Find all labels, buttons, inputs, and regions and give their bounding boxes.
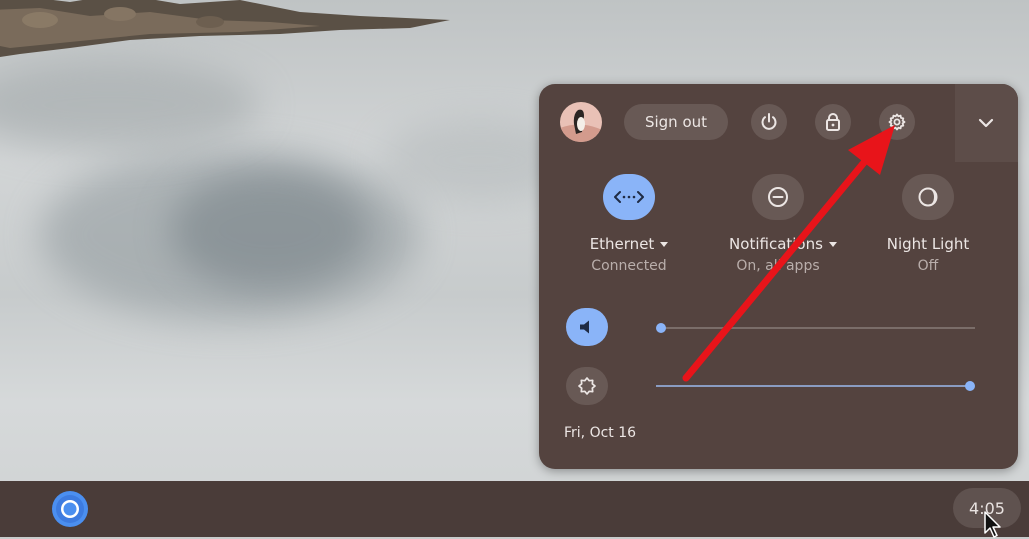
volume-icon: [580, 320, 589, 334]
do-not-disturb-icon: [768, 187, 788, 207]
shelf: [0, 481, 1029, 537]
sign-out-label: Sign out: [644, 113, 708, 131]
lock-button[interactable]: [815, 104, 851, 140]
collapse-button[interactable]: [955, 84, 1018, 162]
dropdown-caret-icon: [660, 241, 669, 247]
mouse-cursor-icon: [984, 511, 1001, 538]
brightness-slider[interactable]: [656, 385, 970, 387]
notifications-status: On, all apps: [736, 258, 820, 274]
ethernet-label-button[interactable]: Ethernet: [578, 235, 680, 253]
power-icon: [761, 113, 777, 130]
ethernet-icon: [614, 191, 644, 203]
avatar-image: [560, 102, 602, 142]
date-button[interactable]: Fri, Oct 16: [564, 425, 636, 441]
notifications-label: Notifications: [729, 235, 823, 253]
brightness-icon: [578, 377, 596, 395]
night-light-status: Off: [917, 258, 939, 274]
ethernet-label: Ethernet: [589, 235, 655, 253]
night-light-label: Night Light: [876, 235, 980, 253]
notifications-label-button[interactable]: Notifications: [718, 235, 848, 253]
chrome-app-button[interactable]: [48, 489, 92, 529]
chrome-icon: [52, 491, 88, 527]
night-light-label-text: Night Light: [886, 235, 970, 253]
volume-slider-thumb[interactable]: [656, 323, 666, 333]
power-button[interactable]: [751, 104, 787, 140]
volume-mute-button[interactable]: [566, 308, 608, 346]
lock-icon: [826, 113, 840, 131]
user-avatar[interactable]: [560, 102, 602, 142]
shoreline-rocks: [0, 0, 450, 57]
ethernet-status: Connected: [591, 258, 667, 274]
gear-icon: [888, 113, 906, 131]
settings-button[interactable]: [879, 104, 915, 140]
night-light-icon: [918, 187, 938, 207]
sign-out-button[interactable]: Sign out: [624, 104, 728, 140]
dropdown-caret-icon: [828, 241, 837, 247]
quick-settings-panel: [539, 84, 1018, 469]
volume-slider[interactable]: [661, 327, 975, 329]
night-light-toggle[interactable]: [902, 174, 954, 220]
ethernet-toggle[interactable]: [603, 174, 655, 220]
chevron-down-icon: [978, 118, 994, 128]
brightness-button: [566, 367, 608, 405]
notifications-toggle[interactable]: [752, 174, 804, 220]
brightness-slider-thumb[interactable]: [965, 381, 975, 391]
